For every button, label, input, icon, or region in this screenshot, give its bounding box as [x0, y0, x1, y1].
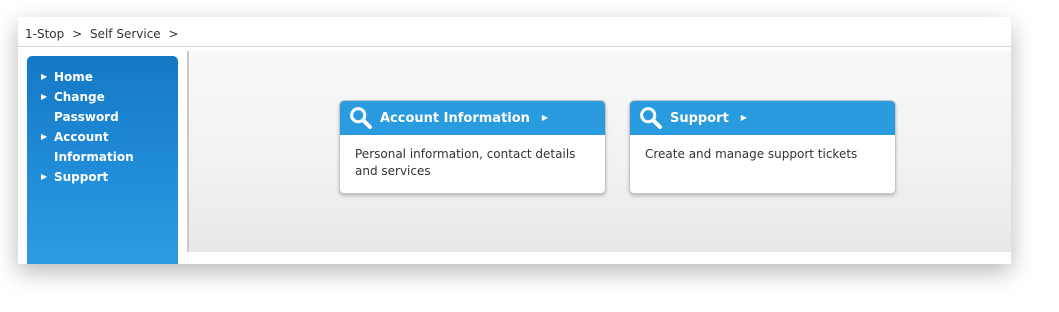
breadcrumb-item-1-stop[interactable]: 1-Stop	[25, 17, 64, 51]
sidebar-item-label: Home	[54, 70, 93, 84]
main-content: Account Information ▶ Personal informati…	[187, 51, 1011, 252]
sidebar-item-label: Change Password	[54, 90, 119, 124]
breadcrumb-separator: >	[72, 27, 83, 41]
sidebar-item-label: Account Information	[54, 130, 134, 164]
breadcrumb-separator: >	[168, 27, 179, 41]
sidebar-item-label: Support	[54, 170, 109, 184]
breadcrumb: 1-Stop > Self Service >	[18, 17, 1011, 47]
triangle-right-icon: ▶	[41, 92, 48, 101]
account-information-card[interactable]: Account Information ▶ Personal informati…	[339, 100, 606, 194]
sidebar-item-home[interactable]: ▶ Home	[27, 67, 178, 87]
triangle-right-icon: ▶	[41, 72, 48, 81]
support-card[interactable]: Support ▶ Create and manage support tick…	[629, 100, 896, 194]
triangle-right-icon: ▶	[740, 113, 747, 122]
search-icon	[640, 107, 662, 129]
support-card-description: Create and manage support tickets	[645, 147, 858, 161]
triangle-right-icon: ▶	[41, 132, 48, 141]
support-card-header[interactable]: Support ▶	[630, 101, 895, 135]
self-service-window: 1-Stop > Self Service > ▶ Home ▶ Change …	[18, 17, 1011, 264]
sidebar-nav: ▶ Home ▶ Change Password ▶ Account Infor…	[27, 56, 178, 264]
triangle-right-icon: ▶	[541, 113, 549, 122]
search-icon	[350, 107, 372, 129]
account-information-card-header[interactable]: Account Information ▶	[340, 101, 605, 135]
breadcrumb-item-self-service[interactable]: Self Service	[90, 17, 161, 51]
sidebar-item-account-information[interactable]: ▶ Account Information	[27, 127, 178, 167]
sidebar-item-change-password[interactable]: ▶ Change Password	[27, 87, 178, 127]
account-information-card-description: Personal information, contact details an…	[355, 147, 576, 178]
sidebar-item-support[interactable]: ▶ Support	[27, 167, 178, 187]
account-information-card-title: Account Information	[380, 110, 530, 126]
triangle-right-icon: ▶	[41, 172, 48, 181]
support-card-title: Support	[670, 110, 729, 126]
